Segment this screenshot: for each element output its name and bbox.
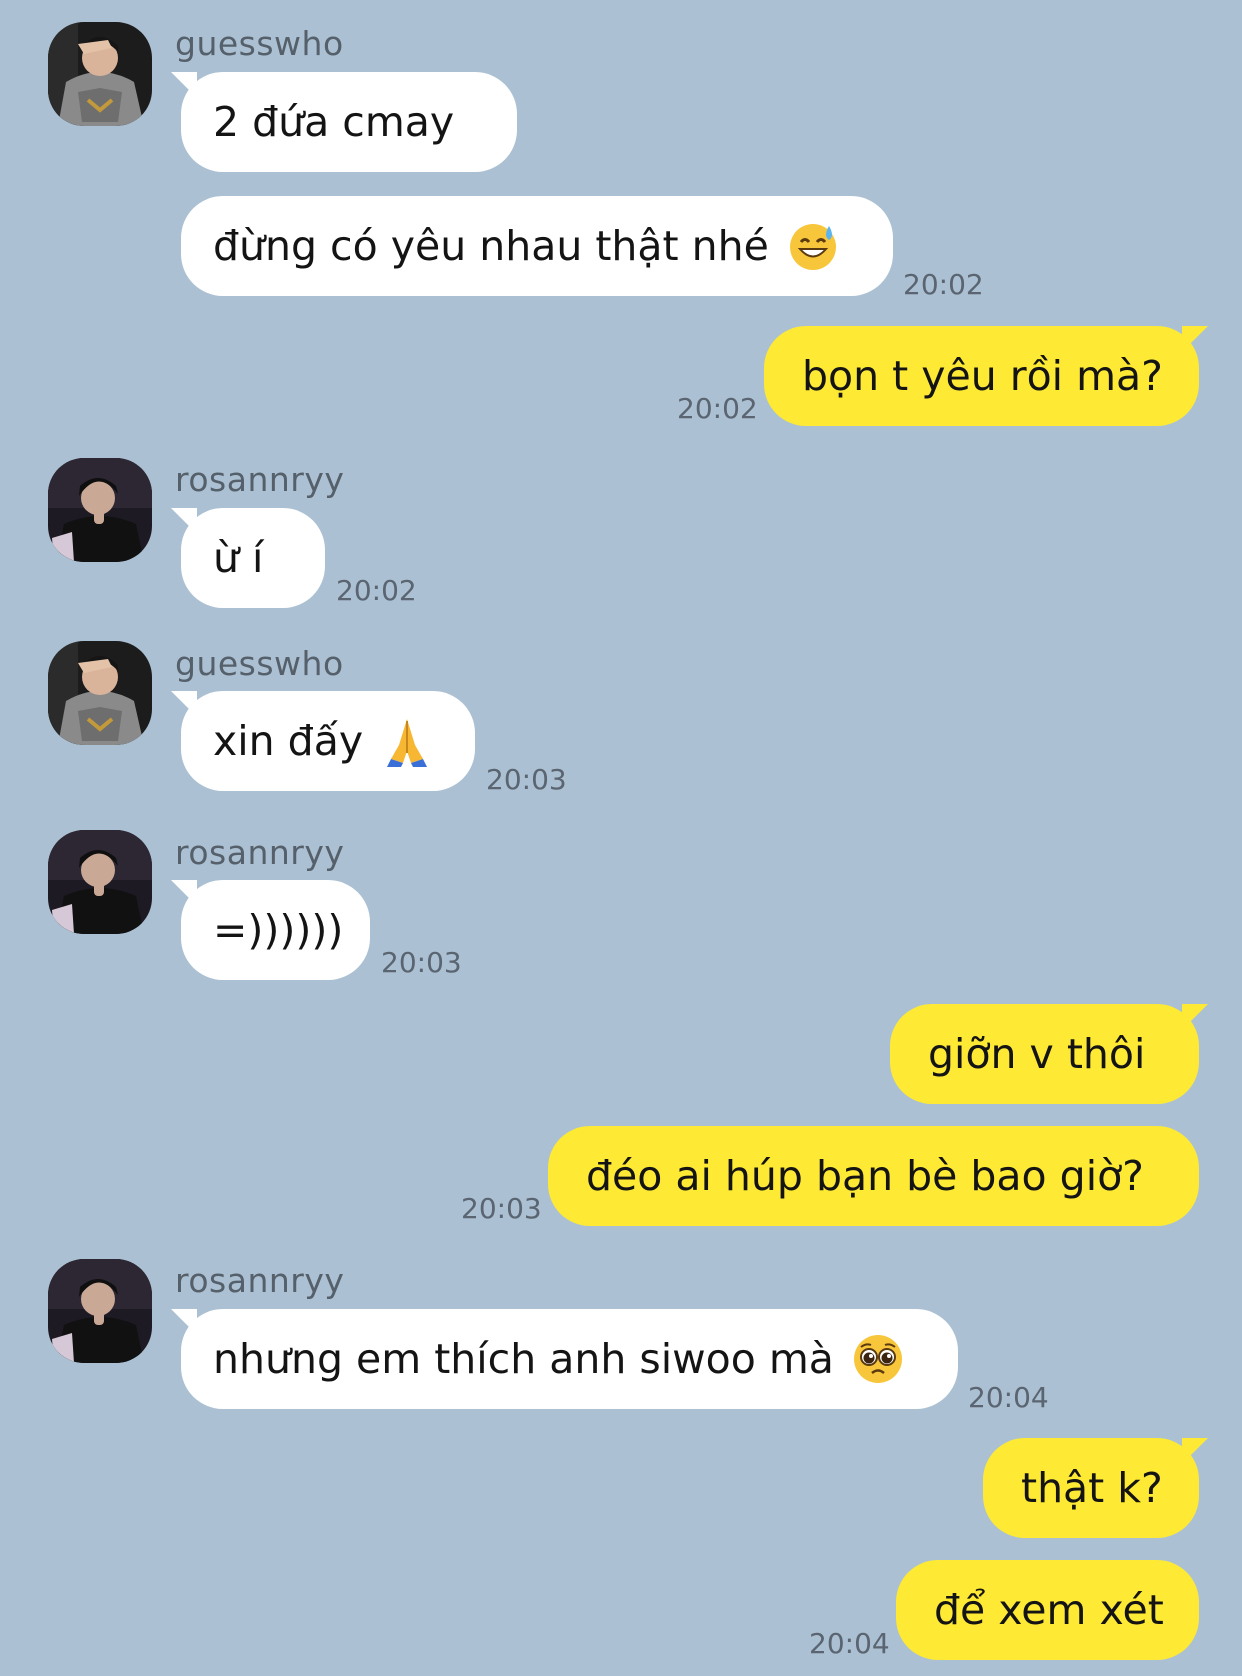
bubble-tail <box>1182 1438 1208 1464</box>
avatar-rosannryy[interactable] <box>48 830 152 934</box>
timestamp: 20:02 <box>677 392 758 425</box>
message-text: bọn t yêu rồi mà? <box>802 352 1163 400</box>
message-bubble[interactable]: giỡn v thôi <box>890 1004 1208 1104</box>
message-text: nhưng em thích anh siwoo mà <box>213 1335 834 1383</box>
timestamp: 20:03 <box>381 946 462 979</box>
avatar-rosannryy[interactable] <box>48 458 152 562</box>
message-text: 2 đứa cmay <box>213 98 455 146</box>
message-bubble[interactable]: thật k? <box>983 1438 1208 1538</box>
message-bubble[interactable]: đéo ai húp bạn bè bao giờ? <box>548 1126 1199 1226</box>
bubble-tail <box>171 1309 197 1335</box>
timestamp: 20:03 <box>486 763 567 796</box>
bubble-tail <box>171 880 197 906</box>
avatar-guesswho[interactable] <box>48 641 152 745</box>
message-bubble[interactable]: để xem xét <box>896 1560 1199 1660</box>
avatar-rosannryy[interactable] <box>48 1259 152 1363</box>
message-bubble[interactable]: =)))))) <box>171 880 370 980</box>
message-bubble[interactable]: ừ í <box>171 508 325 608</box>
message-bubble[interactable]: bọn t yêu rồi mà? <box>764 326 1208 426</box>
sender-name: rosannryy <box>175 833 345 872</box>
message-bubble[interactable]: xin đấy <box>171 691 475 791</box>
sender-name: rosannryy <box>175 1261 345 1300</box>
bubble-tail <box>171 508 197 534</box>
message-text: thật k? <box>1021 1464 1163 1512</box>
bubble-tail <box>1182 326 1208 352</box>
message-bubble[interactable]: đừng có yêu nhau thật nhé <box>181 196 893 296</box>
message-text: ừ í <box>213 534 264 582</box>
message-text: để xem xét <box>934 1586 1164 1634</box>
message-text: =)))))) <box>213 906 344 954</box>
timestamp: 20:02 <box>336 574 417 607</box>
pleading-face-emoji <box>852 1333 904 1385</box>
timestamp: 20:03 <box>461 1192 542 1225</box>
avatar-rosannryy-image <box>48 830 152 934</box>
message-text: đéo ai húp bạn bè bao giờ? <box>586 1152 1144 1200</box>
sender-name: rosannryy <box>175 460 345 499</box>
bubble-tail <box>171 72 197 98</box>
timestamp: 20:02 <box>903 268 984 301</box>
bubble-tail <box>171 691 197 717</box>
avatar-guesswho[interactable] <box>48 22 152 126</box>
message-text: xin đấy <box>213 717 364 765</box>
sender-name: guesswho <box>175 644 344 683</box>
folded-hands-emoji <box>381 715 433 767</box>
avatar-guesswho-image <box>48 641 152 745</box>
message-text: đừng có yêu nhau thật nhé <box>213 222 769 270</box>
avatar-rosannryy-image <box>48 1259 152 1363</box>
sweat-smile-emoji <box>787 220 839 272</box>
timestamp: 20:04 <box>809 1627 890 1660</box>
sender-name: guesswho <box>175 24 344 63</box>
timestamp: 20:04 <box>968 1381 1049 1414</box>
avatar-guesswho-image <box>48 22 152 126</box>
message-bubble[interactable]: 2 đứa cmay <box>171 72 517 172</box>
bubble-tail <box>1182 1004 1208 1030</box>
message-bubble[interactable]: nhưng em thích anh siwoo mà <box>171 1309 958 1409</box>
message-text: giỡn v thôi <box>928 1030 1146 1078</box>
avatar-rosannryy-image <box>48 458 152 562</box>
